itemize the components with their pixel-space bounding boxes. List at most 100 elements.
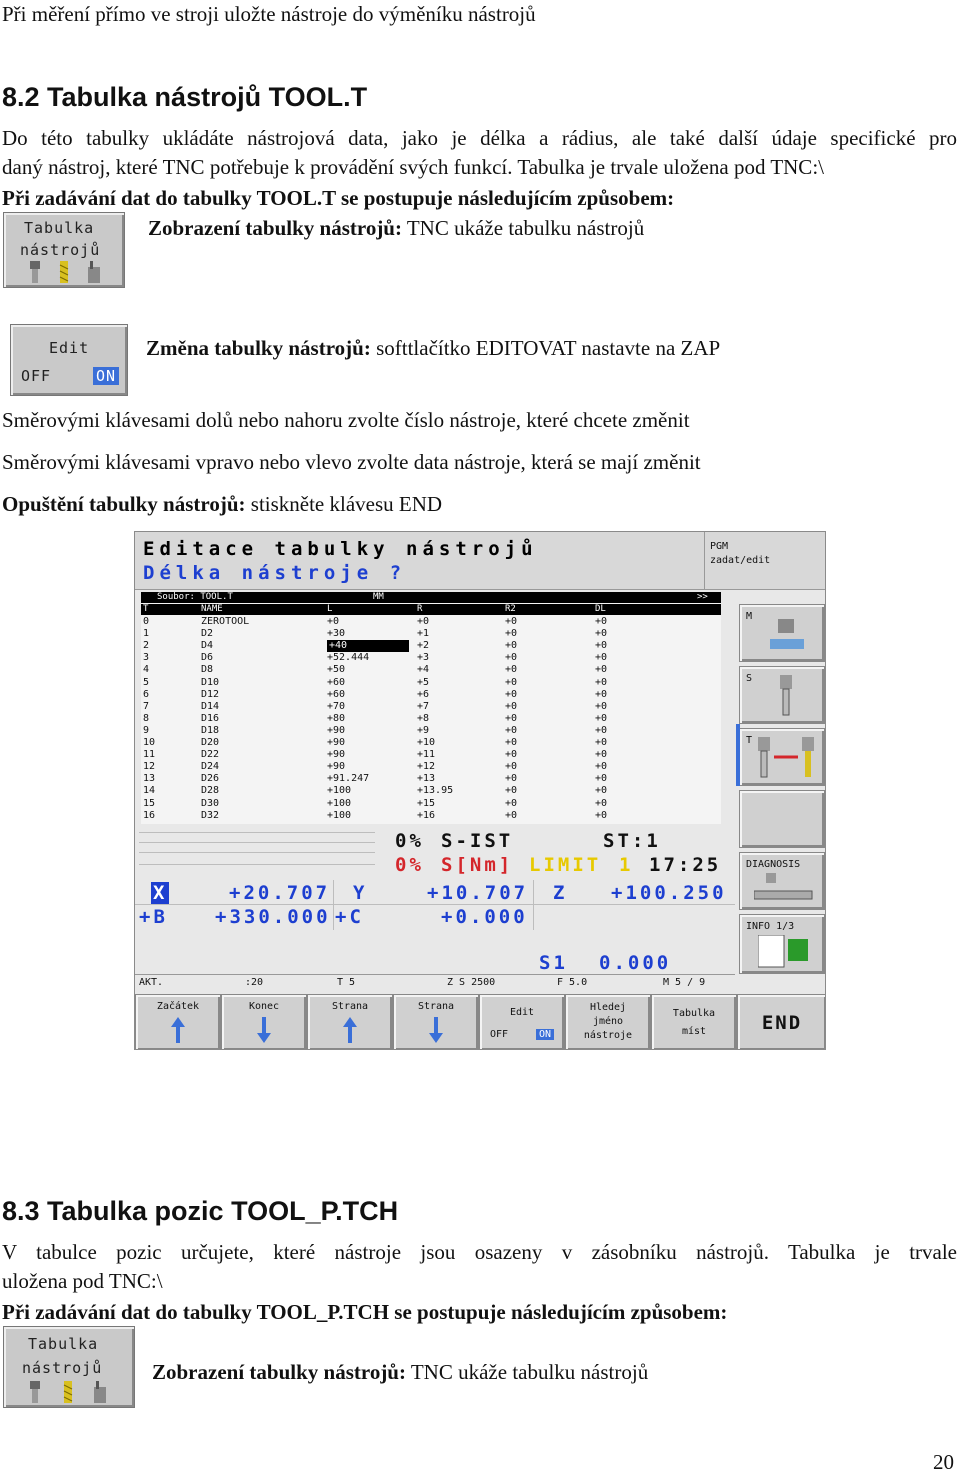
table-cell[interactable]: +100: [327, 810, 351, 822]
table-cell[interactable]: D4: [201, 640, 213, 652]
table-cell[interactable]: 12: [143, 761, 155, 773]
end-softkey[interactable]: END: [737, 994, 825, 1049]
table-row[interactable]: 3 D6 +52.444 +3 +0 +0: [141, 652, 721, 664]
edit-toggle-softkey[interactable]: Edit OFF ON: [479, 994, 565, 1049]
table-cell[interactable]: +90: [327, 749, 345, 761]
table-cell[interactable]: D14: [201, 701, 219, 713]
table-cell[interactable]: +5: [417, 677, 429, 689]
find-tool-name-softkey[interactable]: Hledej jméno nástroje: [565, 994, 651, 1049]
table-cell[interactable]: +0: [505, 628, 517, 640]
table-cell[interactable]: D12: [201, 689, 219, 701]
table-cell[interactable]: +0: [595, 810, 607, 822]
table-cell[interactable]: +0: [595, 652, 607, 664]
table-cell[interactable]: +100: [327, 785, 351, 797]
table-cell[interactable]: +15: [417, 798, 435, 810]
table-row[interactable]: 15 D30 +100 +15 +0 +0: [141, 798, 721, 810]
table-cell[interactable]: 7: [143, 701, 149, 713]
table-cell[interactable]: +0: [505, 664, 517, 676]
table-cell[interactable]: 9: [143, 725, 149, 737]
table-row[interactable]: 13 D26 +91.247 +13 +0 +0: [141, 773, 721, 785]
table-cell[interactable]: +100: [327, 798, 351, 810]
blank-side-softkey[interactable]: [739, 790, 825, 848]
table-cell[interactable]: +0: [595, 689, 607, 701]
spindle-m-softkey[interactable]: M: [739, 604, 825, 662]
table-cell[interactable]: +0: [505, 737, 517, 749]
spindle-s-softkey[interactable]: S: [739, 666, 825, 724]
table-cell[interactable]: 3: [143, 652, 149, 664]
table-cell[interactable]: 8: [143, 713, 149, 725]
table-cell[interactable]: +3: [417, 652, 429, 664]
table-row[interactable]: 8 D16 +80 +8 +0 +0: [141, 713, 721, 725]
table-cell[interactable]: +30: [327, 628, 345, 640]
table-row[interactable]: 16 D32 +100 +16 +0 +0: [141, 810, 721, 822]
table-cell[interactable]: +60: [327, 677, 345, 689]
table-cell[interactable]: +0: [595, 725, 607, 737]
table-cell[interactable]: 13: [143, 773, 155, 785]
table-cell[interactable]: +0: [505, 677, 517, 689]
table-row[interactable]: 9 D18 +90 +9 +0 +0: [141, 725, 721, 737]
table-cell[interactable]: +1: [417, 628, 429, 640]
table-cell[interactable]: +0: [505, 785, 517, 797]
table-cell[interactable]: +0: [505, 616, 517, 628]
begin-softkey[interactable]: Začátek: [135, 994, 221, 1049]
table-cell[interactable]: +0: [505, 798, 517, 810]
table-row[interactable]: 4 D8 +50 +4 +0 +0: [141, 664, 721, 676]
table-cell[interactable]: +0: [505, 761, 517, 773]
table-cell[interactable]: +0: [595, 640, 607, 652]
table-row[interactable]: 2 D4 +40 +2 +0 +0: [141, 640, 721, 653]
table-cell[interactable]: +0: [595, 798, 607, 810]
table-row[interactable]: 14 D28 +100 +13.95 +0 +0: [141, 785, 721, 797]
table-cell[interactable]: +60: [327, 689, 345, 701]
table-row[interactable]: 5 D10 +60 +5 +0 +0: [141, 677, 721, 689]
table-cell[interactable]: 10: [143, 737, 155, 749]
table-cell[interactable]: +80: [327, 713, 345, 725]
table-cell[interactable]: +6: [417, 689, 429, 701]
end-table-softkey[interactable]: Konec: [221, 994, 307, 1049]
table-cell[interactable]: 0: [143, 616, 149, 628]
table-cell[interactable]: +0: [505, 749, 517, 761]
table-cell[interactable]: +2: [417, 640, 429, 652]
table-cell[interactable]: +16: [417, 810, 435, 822]
table-cell[interactable]: +90: [327, 761, 345, 773]
table-cell[interactable]: D20: [201, 737, 219, 749]
table-cell[interactable]: 15: [143, 798, 155, 810]
page-up-softkey[interactable]: Strana: [307, 994, 393, 1049]
table-cell[interactable]: +0: [505, 689, 517, 701]
tool-call-t-softkey[interactable]: T: [739, 728, 825, 786]
table-cell[interactable]: +9: [417, 725, 429, 737]
table-cell[interactable]: +11: [417, 749, 435, 761]
table-cell[interactable]: +0: [505, 701, 517, 713]
table-cell[interactable]: +0: [505, 725, 517, 737]
table-cell[interactable]: +91.247: [327, 773, 369, 785]
table-cell[interactable]: 6: [143, 689, 149, 701]
table-cell[interactable]: 2: [143, 640, 149, 652]
table-cell[interactable]: +12: [417, 761, 435, 773]
table-cell[interactable]: D24: [201, 761, 219, 773]
table-cell[interactable]: +13: [417, 773, 435, 785]
table-cell[interactable]: +0: [595, 616, 607, 628]
table-cell[interactable]: 11: [143, 749, 155, 761]
table-row[interactable]: 10 D20 +90 +10 +0 +0: [141, 737, 721, 749]
page-down-softkey[interactable]: Strana: [393, 994, 479, 1049]
table-cell[interactable]: +0: [595, 785, 607, 797]
table-row[interactable]: 12 D24 +90 +12 +0 +0: [141, 761, 721, 773]
table-cell[interactable]: D18: [201, 725, 219, 737]
table-cell[interactable]: +0: [595, 737, 607, 749]
table-cell[interactable]: +0: [505, 652, 517, 664]
table-row[interactable]: 6 D12 +60 +6 +0 +0: [141, 689, 721, 701]
table-row[interactable]: 7 D14 +70 +7 +0 +0: [141, 701, 721, 713]
table-cell[interactable]: D22: [201, 749, 219, 761]
table-cell[interactable]: D28: [201, 785, 219, 797]
table-cell[interactable]: +0: [595, 664, 607, 676]
table-cell[interactable]: 1: [143, 628, 149, 640]
table-cell[interactable]: D2: [201, 628, 213, 640]
info-softkey[interactable]: INFO 1/3: [739, 914, 825, 974]
table-cell[interactable]: D32: [201, 810, 219, 822]
table-cell[interactable]: D26: [201, 773, 219, 785]
table-cell[interactable]: +50: [327, 664, 345, 676]
table-cell[interactable]: +40: [327, 640, 409, 653]
table-cell[interactable]: +0: [595, 749, 607, 761]
table-cell[interactable]: +0: [595, 713, 607, 725]
table-cell[interactable]: +0: [505, 713, 517, 725]
table-cell[interactable]: +0: [417, 616, 429, 628]
